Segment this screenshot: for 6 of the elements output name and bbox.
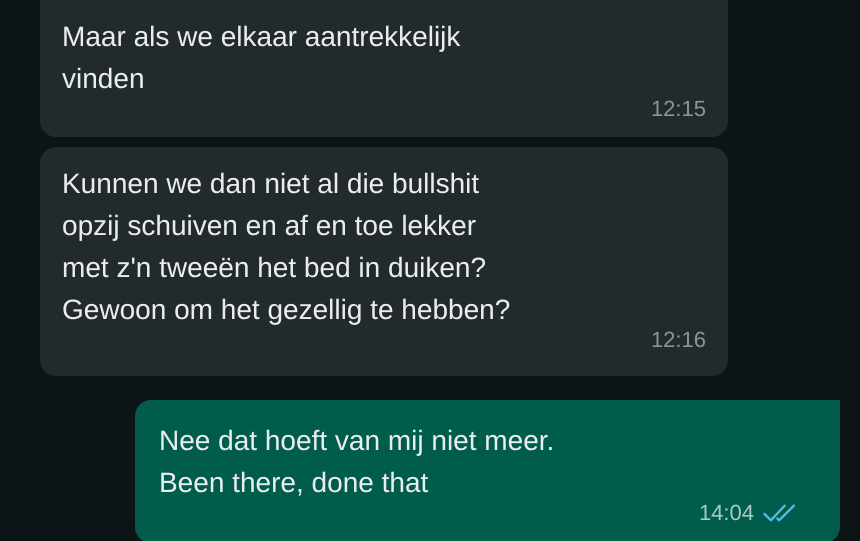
message-time: 12:15 — [650, 95, 706, 123]
message-time: 12:16 — [650, 326, 706, 354]
message-text: Maar als we elkaar aantrekkelijk vinden — [62, 20, 462, 96]
message-text: Kunnen we dan niet al die bullshit opzij schuiven en af en toe lekker met z'n tweeën het bed in duiken? Gewoon om het gezellig te hebben? — [62, 167, 512, 327]
message-text: Nee dat hoeft van mij niet meer. Been there, done that — [159, 424, 556, 500]
message-time: 14:04 — [698, 499, 754, 527]
